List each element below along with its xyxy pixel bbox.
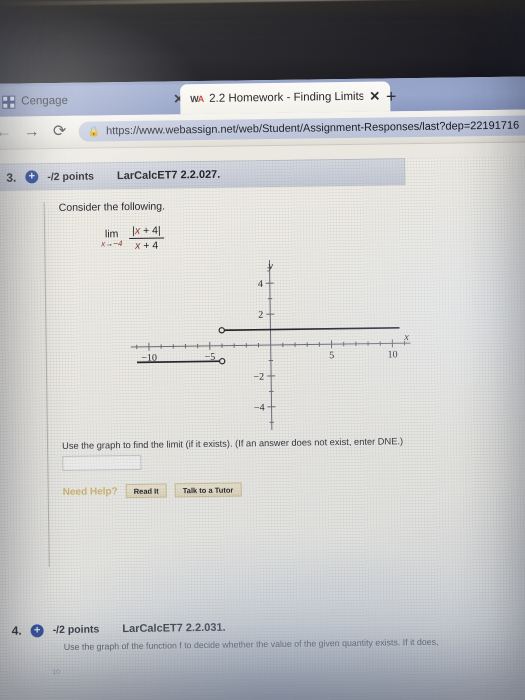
question-number: 4. — [11, 623, 22, 638]
browser-window: Cengage ✕ WA 2.2 Homework - Finding Limi… — [0, 76, 525, 700]
svg-text:2: 2 — [258, 310, 263, 321]
bezel-highlight — [0, 0, 525, 6]
question-points: -/2 points — [52, 623, 100, 637]
need-help-label: Need Help? — [62, 485, 118, 498]
tab-title: 2.2 Homework - Finding Limits - — [209, 90, 364, 105]
plus-circle-icon[interactable]: + — [25, 170, 39, 184]
fraction-denominator: x + 4 — [135, 239, 159, 252]
cengage-squares-icon — [2, 95, 16, 109]
address-bar[interactable]: 🔒 https://www.webassign.net/web/Student/… — [78, 115, 525, 142]
svg-text:4: 4 — [258, 279, 263, 290]
question-number: 3. — [6, 170, 17, 185]
forward-arrow-icon[interactable]: → — [23, 123, 41, 141]
graph-svg: −10 −5 5 10−4−224yx — [130, 260, 411, 431]
question-code: LarCalcET7 2.2.031. — [122, 621, 226, 636]
url-text: https://www.webassign.net/web/Student/As… — [106, 119, 520, 138]
question-points: -/2 points — [47, 170, 95, 183]
monitor-bezel — [0, 0, 525, 84]
svg-text:5: 5 — [329, 350, 334, 361]
svg-text:−2: −2 — [253, 372, 264, 383]
answer-input[interactable] — [62, 454, 142, 472]
fraction: |x + 4| x + 4 — [129, 225, 164, 253]
graph-tick-ghost-label: 10 — [52, 669, 61, 677]
question-3-header: 3. + -/2 points LarCalcET7 2.2.027. — [0, 158, 406, 191]
question-instruction: Use the graph to find the limit (if it e… — [61, 436, 404, 452]
close-icon[interactable]: ✕ — [369, 88, 380, 104]
tab-title: Cengage — [21, 94, 69, 108]
plus-circle-icon[interactable]: + — [30, 623, 44, 637]
lim-subscript: x→−4 — [101, 238, 123, 249]
talk-to-a-tutor-button[interactable]: Talk to a Tutor — [174, 482, 242, 498]
question-3-body: Consider the following. lim x→−4 |x + 4|… — [43, 195, 525, 568]
webassign-wa-icon: WA — [190, 93, 204, 104]
svg-text:−4: −4 — [254, 403, 265, 414]
help-row: Need Help? Read It Talk to a Tutor — [63, 478, 525, 499]
limit-graph: −10 −5 5 10 −4 −2 2 4 y x — [130, 258, 412, 432]
fraction-numerator: |x + 4| — [132, 224, 161, 237]
assignment-page: 3. + -/2 points LarCalcET7 2.2.027. Cons… — [0, 156, 525, 700]
limit-expression: lim x→−4 |x + 4| x + 4 — [101, 219, 525, 252]
svg-text:10: 10 — [387, 349, 397, 360]
lock-icon: 🔒 — [87, 125, 101, 138]
svg-text:y: y — [267, 261, 273, 272]
question-prompt: Consider the following. — [58, 200, 166, 214]
back-arrow-icon[interactable]: ← — [0, 124, 13, 142]
browser-tab-cengage[interactable]: Cengage ✕ — [0, 84, 195, 117]
photographed-screen: Cengage ✕ WA 2.2 Homework - Finding Limi… — [0, 0, 525, 700]
question-code: LarCalcET7 2.2.027. — [116, 168, 221, 182]
read-it-button[interactable]: Read It — [125, 483, 167, 499]
browser-tab-webassign[interactable]: WA 2.2 Homework - Finding Limits - ✕ — [180, 81, 391, 115]
browser-toolbar: ← → ⟳ 🔒 https://www.webassign.net/web/St… — [0, 109, 525, 150]
reload-icon[interactable]: ⟳ — [51, 123, 69, 141]
limit-operator: lim x→−4 — [101, 228, 123, 249]
new-tab-button[interactable]: + — [380, 85, 402, 107]
svg-text:x: x — [403, 332, 409, 343]
